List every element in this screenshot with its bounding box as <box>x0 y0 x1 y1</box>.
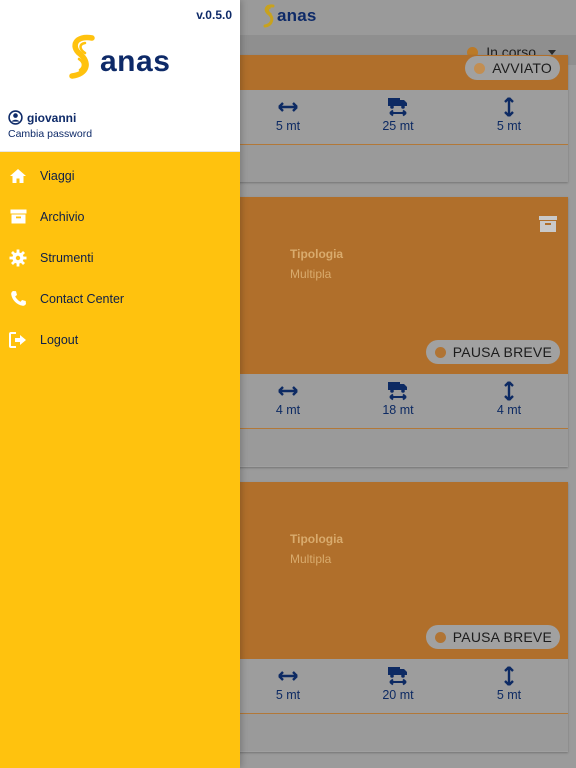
menu-item-label: Viaggi <box>40 168 75 183</box>
tipologia-value: Multipla <box>290 552 332 566</box>
tipologia-label: Tipologia <box>290 532 344 546</box>
menu-item-label: Contact Center <box>40 291 125 306</box>
username: giovanni <box>27 110 77 125</box>
metric-width-value: 5 mt <box>275 119 301 133</box>
archive-icon <box>9 208 27 226</box>
metric-height-value: 5 mt <box>496 119 522 133</box>
menu-item-label: Archivio <box>40 209 85 224</box>
anas-s-icon <box>263 4 275 28</box>
drawer-menu: Viaggi Archivio Strumenti Contact Center… <box>0 155 240 360</box>
menu-item-label: Strumenti <box>40 250 94 265</box>
truck-length-icon <box>388 382 407 401</box>
metric-width-value: 4 mt <box>275 403 301 417</box>
menu-item-logout[interactable]: Logout <box>0 319 240 360</box>
user-avatar-icon <box>8 110 23 125</box>
anas-logo: anas <box>262 4 317 28</box>
metric-length-value: 18 mt <box>382 403 414 417</box>
metric-height: 5 mt <box>474 96 544 133</box>
archive-icon[interactable] <box>538 215 558 233</box>
metric-width: 5 mt <box>253 96 323 133</box>
height-arrows-icon <box>504 381 514 401</box>
home-icon <box>9 167 27 185</box>
width-arrows-icon <box>278 386 298 396</box>
menu-item-label: Logout <box>40 332 79 347</box>
metric-length: 25 mt <box>363 96 433 133</box>
metric-length: 18 mt <box>363 380 433 417</box>
brand-name: anas <box>100 45 171 78</box>
anas-logo: anas <box>66 34 170 80</box>
menu-item-strumenti[interactable]: Strumenti <box>0 237 240 278</box>
tipologia-value: Multipla <box>290 267 332 281</box>
menu-item-archivio[interactable]: Archivio <box>0 196 240 237</box>
metric-height: 4 mt <box>474 380 544 417</box>
metric-width-value: 5 mt <box>275 688 301 702</box>
anas-s-icon <box>69 34 95 79</box>
metric-width: 4 mt <box>253 380 323 417</box>
metric-height-value: 4 mt <box>496 403 522 417</box>
status-badge-dot <box>434 631 446 643</box>
status-badge: PAUSA BREVE <box>425 625 560 649</box>
status-badge: AVVIATO <box>465 56 560 80</box>
metric-length: 20 mt <box>363 665 433 702</box>
height-arrows-icon <box>504 97 514 117</box>
tipologia-label: Tipologia <box>290 247 344 261</box>
status-badge-label: PAUSA BREVE <box>452 629 552 645</box>
status-badge-label: AVVIATO <box>492 60 552 76</box>
metric-length-value: 20 mt <box>382 688 414 702</box>
status-badge-label: PAUSA BREVE <box>452 344 552 360</box>
truck-length-icon <box>388 667 407 686</box>
user-info: giovanni <box>8 110 76 125</box>
width-arrows-icon <box>278 102 298 112</box>
status-badge-dot <box>474 62 486 74</box>
width-arrows-icon <box>278 671 298 681</box>
drawer-header: v.0.5.0 anas giovanni Cambia password <box>0 0 240 152</box>
app-version: v.0.5.0 <box>196 8 232 22</box>
status-badge: PAUSA BREVE <box>425 340 560 364</box>
logout-icon <box>9 331 27 349</box>
metric-width: 5 mt <box>253 665 323 702</box>
phone-icon <box>9 290 27 308</box>
metric-height-value: 5 mt <box>496 688 522 702</box>
menu-item-viaggi[interactable]: Viaggi <box>0 155 240 196</box>
change-password-link[interactable]: Cambia password <box>8 128 92 140</box>
truck-length-icon <box>388 98 407 117</box>
status-badge-dot <box>434 346 446 358</box>
navigation-drawer: v.0.5.0 anas giovanni Cambia password Vi… <box>0 0 240 768</box>
height-arrows-icon <box>504 666 514 686</box>
chevron-down-icon <box>548 49 556 55</box>
gear-icon <box>9 249 27 267</box>
app-brand-name: anas <box>277 6 317 25</box>
metric-height: 5 mt <box>474 665 544 702</box>
metric-length-value: 25 mt <box>382 119 414 133</box>
menu-item-contact-center[interactable]: Contact Center <box>0 278 240 319</box>
